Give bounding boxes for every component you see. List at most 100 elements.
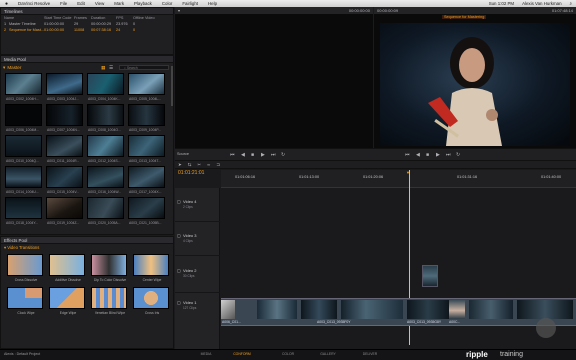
blade-tool-icon[interactable]: ✂	[197, 162, 201, 168]
prog-step-back-icon[interactable]: ◀	[416, 152, 420, 158]
timeline-ruler[interactable]: 01:01:06:16 01:01:13:00 01:01:20:06 01:0…	[221, 170, 576, 188]
clip-thumbnail[interactable]: A003_C017_1004X...	[128, 166, 165, 194]
bin-chevron-icon[interactable]: ▾	[3, 65, 5, 71]
clip-thumbnail[interactable]: A003_C020_1005A...	[87, 197, 124, 225]
prog-go-to-start-icon[interactable]: ⏮	[405, 152, 410, 158]
transition-clock-wipe[interactable]: Clock Wipe	[7, 287, 43, 315]
clip-frame	[469, 300, 513, 319]
search-input[interactable]: ⌕ Search	[119, 65, 169, 70]
prog-stop-icon[interactable]: ■	[426, 152, 429, 158]
menu-view[interactable]: View	[95, 1, 104, 6]
clip-thumbnail[interactable]: A003_C002_1004H...	[5, 73, 42, 101]
transition-cross-iris[interactable]: Cross Iris	[133, 287, 169, 315]
prog-go-to-end-icon[interactable]: ⏭	[446, 152, 451, 158]
source-timecode: 00:00:00:00	[348, 8, 370, 13]
category-chevron-icon: ▾	[4, 245, 7, 250]
clip-thumbnail[interactable]: A003_C015_1004V...	[46, 166, 83, 194]
link-icon[interactable]: ∞	[207, 162, 210, 167]
transition-cross-dissolve[interactable]: Cross Dissolve	[7, 254, 43, 282]
woman-figure-image	[428, 37, 502, 146]
source-dropdown[interactable]: Source	[177, 152, 189, 156]
clip-frame	[341, 300, 403, 319]
apple-icon[interactable]: ●	[5, 1, 8, 7]
clip-thumbnail[interactable]: A003_C011_1004R...	[46, 135, 83, 163]
step-back-icon[interactable]: ◀	[241, 152, 245, 158]
user-name[interactable]: Alexis Van Hurkman	[522, 1, 561, 6]
viewer-options-icon[interactable]: ▾	[178, 8, 180, 13]
trim-tool-icon[interactable]: ⇆	[188, 162, 192, 168]
timeline-row-selected[interactable]: 2 Sequence for Mast... 01:00:00:00 11008…	[1, 27, 173, 33]
pointer-tool-icon[interactable]: ➤	[178, 162, 182, 168]
transition-additive-dissolve[interactable]: Additive Dissolve	[49, 254, 85, 282]
transition-venetian-blind[interactable]: Venetian Blind Wipe	[91, 287, 127, 315]
list-view-icon[interactable]: ☰	[109, 65, 113, 71]
thumbnail-view-icon[interactable]: ▦	[101, 65, 105, 71]
clip-frame-selected	[449, 300, 465, 319]
spotlight-icon[interactable]: ⌕	[570, 1, 572, 6]
clip-grid: A003_C002_1004H... A003_C003_1004J... A0…	[5, 73, 167, 225]
loop-icon[interactable]: ↻	[281, 152, 285, 158]
menu-color[interactable]: Color	[162, 1, 173, 6]
clip-thumbnail[interactable]: A003_C018_1004Y...	[5, 197, 42, 225]
stop-icon[interactable]: ■	[251, 152, 254, 158]
search-icon: ⌕	[124, 66, 126, 70]
media-pool-scrollbar[interactable]	[171, 66, 173, 106]
page-media[interactable]: MEDIA	[196, 352, 216, 356]
clip-thumbnail[interactable]: A003_C010_1004Q...	[5, 135, 42, 163]
clip-thumbnail[interactable]: A003_C005_1004L...	[128, 73, 165, 101]
clip-thumbnail[interactable]: A003_C021_1005B...	[128, 197, 165, 225]
page-conform[interactable]: CONFORM	[232, 352, 252, 356]
bin-name[interactable]: Master	[7, 65, 21, 70]
menu-fairlight[interactable]: Fairlight	[182, 1, 198, 6]
go-to-end-icon[interactable]: ⏭	[271, 152, 276, 158]
play-icon[interactable]: ▶	[261, 152, 265, 158]
source-viewer[interactable]: ▾ 00:00:00:00	[175, 7, 373, 148]
macos-menubar: ● DaVinci Resolve File Edit View Mark Pl…	[0, 0, 576, 7]
menu-file[interactable]: File	[60, 1, 67, 6]
transition-center-wipe[interactable]: Center Wipe	[133, 254, 169, 282]
track-header-video1[interactable]: ▢ Video 1 127 Clips	[175, 293, 220, 349]
clip-thumbnail[interactable]: A003_C003_1004J...	[46, 73, 83, 101]
page-deliver[interactable]: DELIVER	[360, 352, 380, 356]
track-header-video2[interactable]: ▢ Video 2 30 Clips	[175, 256, 220, 293]
menu-app[interactable]: DaVinci Resolve	[18, 1, 50, 6]
track-header-video4[interactable]: ▢ Video 4 2 Clips	[175, 188, 220, 222]
clip-thumbnail[interactable]: A003_C006_1004M...	[5, 104, 42, 132]
track-lock-icon[interactable]: ▢	[177, 268, 181, 273]
prog-play-icon[interactable]: ▶	[436, 152, 440, 158]
menu-mark[interactable]: Mark	[114, 1, 124, 6]
clip-thumbnail[interactable]: A003_C013_1004T...	[128, 135, 165, 163]
track-lock-icon[interactable]: ▢	[177, 300, 181, 305]
page-gallery[interactable]: GALLERY	[318, 352, 338, 356]
go-to-start-icon[interactable]: ⏮	[230, 152, 235, 158]
video1-clip-strip[interactable]: A006_C01... A003_C013_0935F0Y A003_C013_…	[221, 298, 576, 326]
timelines-panel: Timelines Name Start Time Code Frames Du…	[0, 7, 174, 55]
menu-playback[interactable]: Playback	[134, 1, 152, 6]
prog-loop-icon[interactable]: ↻	[456, 152, 460, 158]
transport-bar: Source ⏮ ◀ ■ ▶ ⏭ ↻ ⏮ ◀ ■ ▶ ⏭ ↻	[175, 148, 576, 161]
playhead-handle-icon[interactable]: ▼	[406, 170, 410, 175]
track-header-video3[interactable]: ▢ Video 3 4 Clips	[175, 222, 220, 256]
menu-edit[interactable]: Edit	[77, 1, 85, 6]
program-viewer[interactable]: 00:00:00:09 01:07:48:14 Sequence for Mas…	[374, 7, 576, 148]
video2-clip[interactable]	[422, 265, 438, 287]
clip-thumbnail[interactable]: A003_C007_1004N...	[46, 104, 83, 132]
menu-help[interactable]: Help	[208, 1, 217, 6]
track-lock-icon[interactable]: ▢	[177, 233, 181, 238]
clip-thumbnail[interactable]: A003_C008_1004O...	[87, 104, 124, 132]
clock-text: Sun 1:02 PM	[488, 1, 515, 6]
clip-frame	[257, 300, 297, 319]
snap-icon[interactable]: ⊐	[216, 162, 220, 168]
transition-dip-to-color[interactable]: Dip To Color Dissolve	[91, 254, 127, 282]
clip-thumbnail[interactable]: A003_C009_1004P...	[128, 104, 165, 132]
clip-thumbnail[interactable]: A003_C012_1004S...	[87, 135, 124, 163]
clip-thumbnail[interactable]: A003_C014_1004U...	[5, 166, 42, 194]
clip-thumbnail[interactable]: A003_C016_1004W...	[87, 166, 124, 194]
effects-category[interactable]: ▾ Video Transitions	[4, 245, 39, 250]
clip-thumbnail[interactable]: A003_C019_1004Z...	[46, 197, 83, 225]
track-lock-icon[interactable]: ▢	[177, 199, 181, 204]
transition-edge-wipe[interactable]: Edge Wipe	[49, 287, 85, 315]
page-color[interactable]: COLOR	[278, 352, 298, 356]
clip-thumbnail[interactable]: A003_C004_1004K...	[87, 73, 124, 101]
media-pool-toolbar: ▾ Master ▦ ☰ ⌕ Search	[3, 64, 171, 71]
